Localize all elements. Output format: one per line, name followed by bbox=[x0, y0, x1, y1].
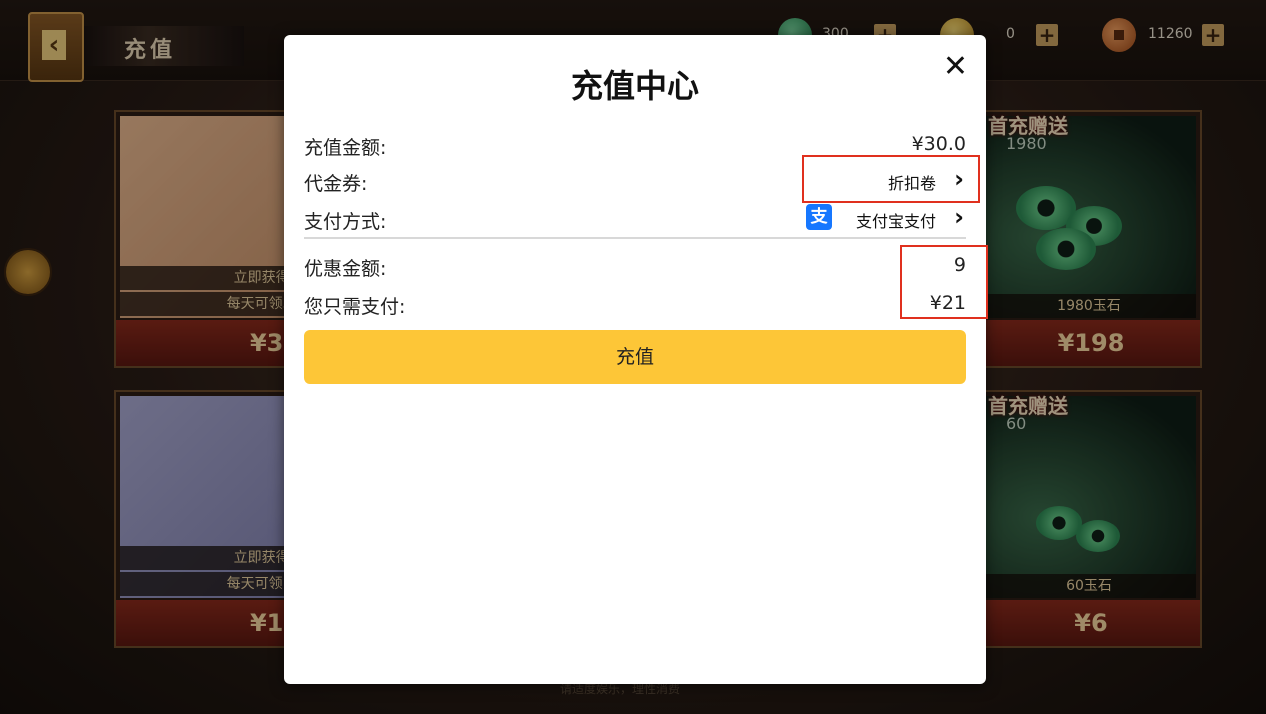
pay-only-label: 您只需支付: bbox=[304, 296, 406, 318]
payment-label: 支付方式: bbox=[304, 211, 387, 233]
voucher-label: 代金券: bbox=[304, 173, 368, 195]
payment-row[interactable]: 支付方式: 支 支付宝支付 › bbox=[304, 203, 966, 233]
amount-value: ¥30.0 bbox=[911, 133, 966, 155]
discount-label: 优惠金额: bbox=[304, 258, 387, 280]
pay-only-row: 您只需支付: ¥21 bbox=[304, 288, 966, 318]
amount-label: 充值金额: bbox=[304, 137, 387, 159]
recharge-center-dialog: ✕ 充值中心 充值金额: ¥30.0 代金券: 折扣卷 › 支付方式: 支 支付… bbox=[284, 35, 988, 684]
divider bbox=[304, 237, 966, 239]
payment-value[interactable]: 支付宝支付 bbox=[856, 208, 936, 232]
amount-highlight-box bbox=[900, 245, 988, 319]
voucher-highlight-box bbox=[802, 155, 980, 203]
discount-row: 优惠金额: 9 bbox=[304, 250, 966, 280]
chevron-right-icon[interactable]: › bbox=[954, 203, 964, 231]
recharge-button[interactable]: 充值 bbox=[304, 330, 966, 384]
alipay-icon: 支 bbox=[806, 204, 832, 230]
dialog-title: 充值中心 bbox=[570, 67, 699, 105]
